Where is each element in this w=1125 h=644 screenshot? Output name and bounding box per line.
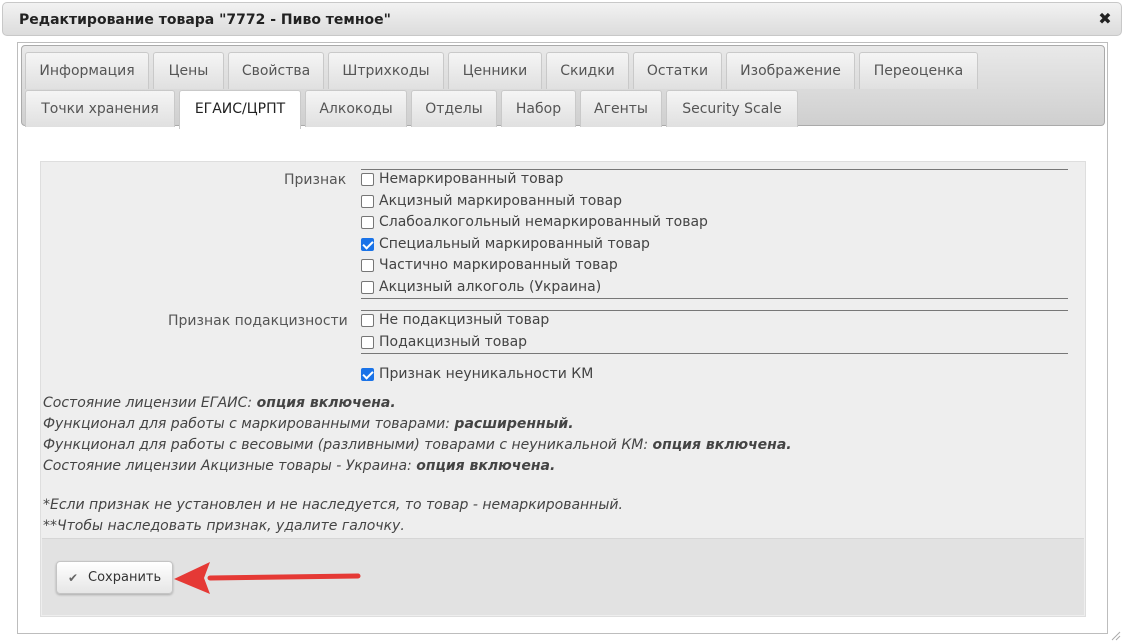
option-label: Признак неуникальности КМ [379, 366, 594, 382]
info-line-egais: Состояние лицензии ЕГАИС: опция включена… [43, 395, 396, 411]
tab-informatsiya[interactable]: Информация [25, 52, 149, 89]
option-label: Слабоалкогольный немаркированный товар [379, 214, 708, 230]
checkbox[interactable] [361, 216, 374, 229]
checkbox-checked[interactable] [361, 368, 374, 381]
info-value: опция включена. [652, 437, 792, 453]
divider [361, 310, 1068, 311]
info-text: Функционал для работы с маркированными т… [43, 416, 455, 432]
tab-agenty[interactable]: Агенты [580, 90, 662, 127]
tab-pereotsenka[interactable]: Переоценка [859, 52, 978, 89]
tab-shtrikhkody[interactable]: Штрихкоды [328, 52, 444, 89]
note-1: *Если признак не установлен и не наследу… [43, 497, 623, 513]
option-label: Немаркированный товар [379, 171, 564, 187]
checkbox[interactable] [361, 281, 374, 294]
tab-ostatki[interactable]: Остатки [633, 52, 722, 89]
excise-label: Признак подакцизности [168, 313, 348, 329]
option-label: Акцизный алкоголь (Украина) [379, 279, 602, 295]
save-button-label: Сохранить [88, 570, 162, 585]
red-arrow-icon [174, 562, 361, 594]
checkbox[interactable] [361, 195, 374, 208]
tab-tsenniki[interactable]: Ценники [448, 52, 542, 89]
info-text: Состояние лицензии ЕГАИС: [43, 395, 257, 411]
checkmark-icon: ✔ [68, 571, 79, 585]
tab-nabor[interactable]: Набор [501, 90, 576, 127]
divider [361, 298, 1068, 299]
tab-egais-crpt[interactable]: ЕГАИС/ЦРПТ [179, 90, 301, 129]
info-line-weight: Функционал для работы с весовыми (разлив… [43, 437, 792, 453]
checkbox[interactable] [361, 259, 374, 272]
divider [361, 353, 1068, 354]
checkbox[interactable] [361, 336, 374, 349]
info-line-marked: Функционал для работы с маркированными т… [43, 416, 574, 432]
info-value: опция включена. [256, 395, 396, 411]
resize-grip-icon[interactable] [1109, 629, 1121, 641]
tab-otdely[interactable]: Отделы [411, 90, 497, 127]
tab-izobrazhenie[interactable]: Изображение [726, 52, 855, 89]
tab-skidki[interactable]: Скидки [546, 52, 629, 89]
tab-alkokody[interactable]: Алкокоды [305, 90, 407, 127]
dialog-title: Редактирование товара "7772 - Пиво темно… [19, 12, 391, 28]
tab-security-scale[interactable]: Security Scale [666, 90, 798, 127]
option-label: Акцизный маркированный товар [379, 193, 623, 209]
tab-tochki-khraneniya[interactable]: Точки хранения [25, 90, 175, 127]
tab-tseny[interactable]: Цены [153, 52, 224, 89]
info-value: опция включена. [416, 458, 556, 474]
priznak-label: Признак [284, 172, 347, 188]
dialog-titlebar: Редактирование товара "7772 - Пиво темно… [2, 2, 1122, 36]
tab-svoystva[interactable]: Свойства [228, 52, 324, 89]
checkbox-checked[interactable] [361, 238, 374, 251]
option-label: Подакцизный товар [379, 334, 528, 350]
checkbox[interactable] [361, 314, 374, 327]
info-text: Состояние лицензии Акцизные товары - Укр… [43, 458, 417, 474]
close-icon[interactable]: ✖ [1097, 11, 1113, 27]
option-label: Частично маркированный товар [379, 257, 618, 273]
save-button[interactable]: ✔ Сохранить [56, 561, 173, 594]
info-text: Функционал для работы с весовыми (разлив… [43, 437, 653, 453]
info-value: расширенный. [454, 416, 574, 432]
divider [361, 169, 1068, 170]
info-line-ukraine: Состояние лицензии Акцизные товары - Укр… [43, 458, 555, 474]
checkbox[interactable] [361, 173, 374, 186]
option-label: Специальный маркированный товар [379, 236, 650, 252]
note-2: **Чтобы наследовать признак, удалите гал… [43, 518, 405, 534]
option-label: Не подакцизный товар [379, 312, 550, 328]
